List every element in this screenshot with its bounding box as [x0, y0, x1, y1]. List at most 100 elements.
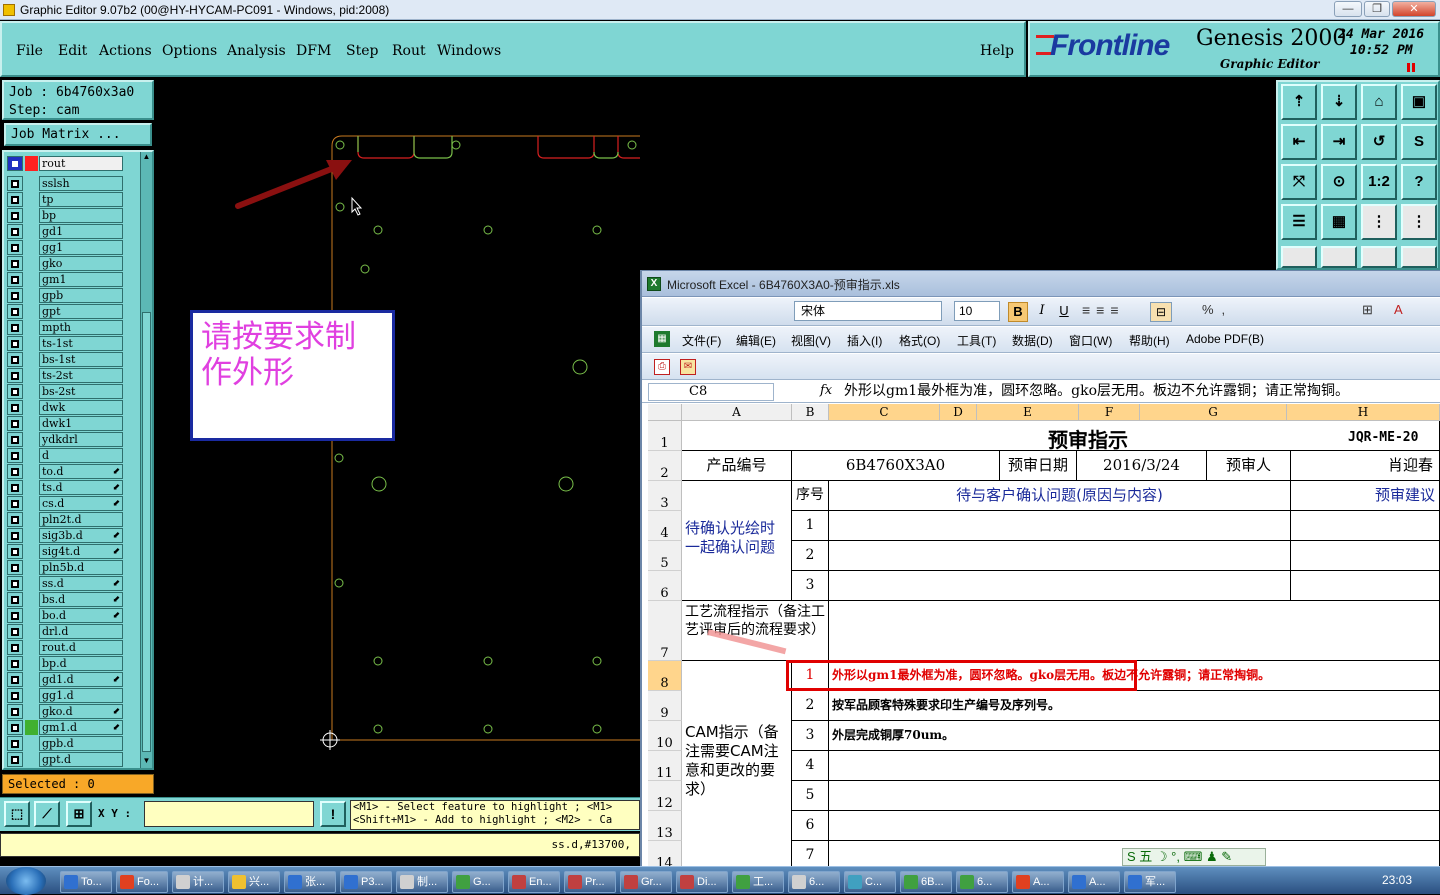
prev-icon[interactable]: ⇤ [1281, 124, 1317, 160]
row-header-10[interactable]: 10 [648, 721, 682, 751]
confirm-issue-cell[interactable] [829, 541, 1291, 571]
row-header-6[interactable]: 6 [648, 571, 682, 601]
maximize-button[interactable]: ❐ [1364, 1, 1390, 17]
font-color-icon[interactable]: A [1394, 302, 1403, 317]
confirm-issue-cell[interactable] [829, 571, 1291, 601]
row-header-9[interactable]: 9 [648, 691, 682, 721]
function-icon[interactable]: fx [820, 383, 832, 398]
name-box[interactable]: C8 [648, 383, 774, 401]
confirm-suggest-cell[interactable] [1291, 541, 1440, 571]
confirm-seq-3[interactable]: 3 [792, 571, 829, 601]
layer-row-pln5b.d[interactable]: pln5b.d [7, 560, 123, 575]
formula-input[interactable]: 外形以gm1最外框为准，圆环忽略。gko层无用。板边不允许露铜；请正常掏铜。 [844, 382, 1440, 402]
column-header-H[interactable]: H [1287, 404, 1440, 421]
taskbar-item[interactable]: 6B... [900, 871, 952, 893]
cam-seq-2[interactable]: 2 [792, 691, 829, 721]
row-header-12[interactable]: 12 [648, 781, 682, 811]
layer-row-bs.d[interactable]: bs.d ⬋ [7, 592, 123, 607]
layer-row-gko[interactable]: gko [7, 256, 123, 271]
layer-checkbox[interactable] [7, 544, 23, 559]
taskbar-item[interactable]: 军... [1124, 871, 1176, 893]
taskbar-item[interactable]: 计... [172, 871, 224, 893]
pdf-convert-icon[interactable]: ⎙ [654, 359, 670, 375]
excel-menu-adobe[interactable]: Adobe PDF(B) [1186, 332, 1264, 346]
layer-row-bo.d[interactable]: bo.d ⬋ [7, 608, 123, 623]
cam-seq-1[interactable]: 1 [792, 661, 829, 691]
layer-scrollbar[interactable]: ▲ ▼ [140, 152, 152, 768]
grid-icon[interactable]: ⊞ [66, 801, 92, 827]
layer-row-gko.d[interactable]: gko.d ⬋ [7, 704, 123, 719]
taskbar-item[interactable]: 6... [956, 871, 1008, 893]
layer-row-sslsh[interactable]: sslsh [7, 176, 123, 191]
taskbar-item[interactable]: Fo... [116, 871, 168, 893]
layer-row-gpb.d[interactable]: gpb.d [7, 736, 123, 751]
layer-checkbox[interactable] [7, 320, 23, 335]
tool-row5-icon[interactable] [1321, 246, 1357, 268]
layer-row-active[interactable]: rout [7, 156, 123, 171]
home-icon[interactable]: ⌂ [1361, 84, 1397, 120]
taskbar-item[interactable]: 工... [732, 871, 784, 893]
taskbar-item[interactable]: Gr... [620, 871, 672, 893]
row-header-3[interactable]: 3 [648, 481, 682, 511]
layer-row-mpth[interactable]: mpth [7, 320, 123, 335]
italic-button[interactable]: I [1032, 302, 1052, 322]
row-header-4[interactable]: 4 [648, 511, 682, 541]
layer-checkbox[interactable] [7, 208, 23, 223]
ime-toolbar[interactable]: S 五 ☽ °, ⌨ ♟ ✎ [1122, 848, 1266, 866]
layer-row-ts-2st[interactable]: ts-2st [7, 368, 123, 383]
measure-icon[interactable]: ⟋ [34, 801, 60, 827]
taskbar-item[interactable]: C... [844, 871, 896, 893]
menu-windows[interactable]: Windows [437, 43, 501, 59]
column-header-B[interactable]: B [792, 404, 829, 421]
tool-row5-icon[interactable] [1361, 246, 1397, 268]
layer-row-pln2t.d[interactable]: pln2t.d [7, 512, 123, 527]
bold-button[interactable]: B [1008, 302, 1028, 322]
menu-help[interactable]: Help [980, 43, 1014, 59]
layer-row-gpb[interactable]: gpb [7, 288, 123, 303]
layer-checkbox[interactable] [7, 608, 23, 623]
layer-checkbox[interactable] [7, 352, 23, 367]
layer-checkbox[interactable] [7, 416, 23, 431]
menu-step[interactable]: Step [346, 43, 378, 59]
confirm-issue-cell[interactable] [829, 511, 1291, 541]
layer-row-d[interactable]: d [7, 448, 123, 463]
column-header-F[interactable]: F [1079, 404, 1140, 421]
spreadsheet-grid[interactable]: ABCDEFGHI1234567891011121314预审指示JQR-ME-2… [648, 404, 1440, 871]
cam-seq-6[interactable]: 6 [792, 811, 829, 841]
column-header-C[interactable]: C [829, 404, 940, 421]
taskbar-item[interactable]: A... [1012, 871, 1064, 893]
layer-row-cs.d[interactable]: cs.d ⬋ [7, 496, 123, 511]
excel-menu-data[interactable]: 数据(D) [1012, 332, 1053, 349]
drill-icon[interactable]: ⋮ [1361, 204, 1397, 240]
layer-row-gm1.d[interactable]: gm1.d ⬋ [7, 720, 123, 735]
layer-row-ts-1st[interactable]: ts-1st [7, 336, 123, 351]
layer-checkbox[interactable] [7, 368, 23, 383]
layer-row-sig3b.d[interactable]: sig3b.d ⬋ [7, 528, 123, 543]
layer-row-bs-1st[interactable]: bs-1st [7, 352, 123, 367]
layer-row-rout.d[interactable]: rout.d [7, 640, 123, 655]
layer-checkbox[interactable] [7, 336, 23, 351]
confirm-suggest-cell[interactable] [1291, 571, 1440, 601]
layer-row-ts.d[interactable]: ts.d ⬋ [7, 480, 123, 495]
info-icon[interactable]: ! [320, 801, 346, 827]
number-format-icons[interactable]: %, [1202, 302, 1233, 317]
underline-button[interactable]: U [1054, 302, 1074, 322]
taskbar-item[interactable]: A... [1068, 871, 1120, 893]
cam-seq-3[interactable]: 3 [792, 721, 829, 751]
excel-doc-icon[interactable]: ▦ [654, 331, 670, 347]
layer-row-dwk[interactable]: dwk [7, 400, 123, 415]
borders-icon[interactable]: ⊞ [1362, 302, 1373, 318]
layer-checkbox[interactable] [7, 288, 23, 303]
layer-checkbox[interactable] [7, 512, 23, 527]
layer-checkbox[interactable] [7, 240, 23, 255]
confirm-seq-1[interactable]: 1 [792, 511, 829, 541]
tool-row5-icon[interactable] [1281, 246, 1317, 268]
start-button[interactable] [6, 867, 46, 895]
row-header-11[interactable]: 11 [648, 751, 682, 781]
cam-item-6[interactable] [829, 811, 1440, 841]
tool-row5-icon[interactable] [1401, 246, 1437, 268]
layer-checkbox[interactable] [7, 480, 23, 495]
row-header-2[interactable]: 2 [648, 451, 682, 481]
next-icon[interactable]: ⇥ [1321, 124, 1357, 160]
layer-row-drl.d[interactable]: drl.d [7, 624, 123, 639]
